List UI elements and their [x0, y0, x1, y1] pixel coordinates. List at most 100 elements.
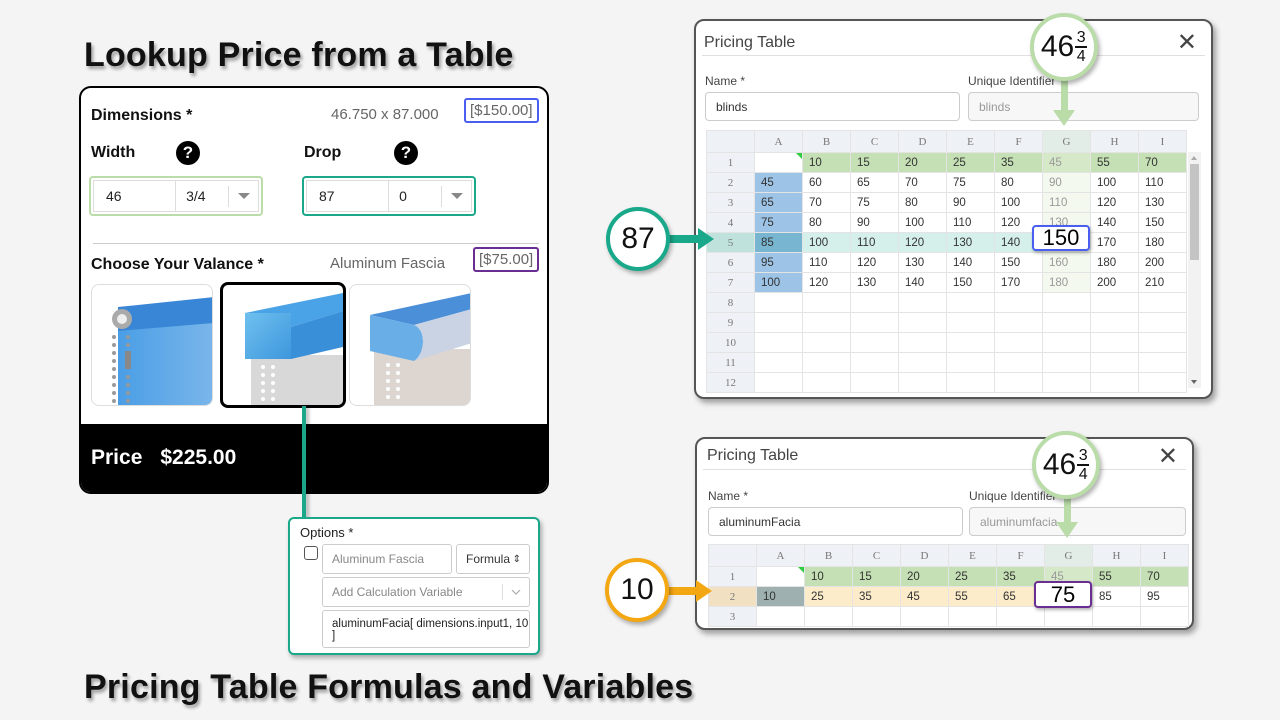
grid-cell[interactable]: 70	[1138, 152, 1187, 173]
grid-cell[interactable]	[1140, 606, 1189, 627]
close-icon[interactable]: ✕	[1177, 31, 1197, 55]
column-header[interactable]: C	[850, 130, 899, 153]
option-type-select[interactable]: Formula ⇕	[456, 544, 530, 574]
close-icon[interactable]: ✕	[1158, 445, 1178, 469]
grid-cell[interactable]	[1090, 372, 1139, 393]
grid-cell[interactable]: 120	[1090, 192, 1139, 213]
grid-cell[interactable]	[850, 372, 899, 393]
grid-cell[interactable]: 75	[754, 212, 803, 233]
grid-cell[interactable]: 110	[1138, 172, 1187, 193]
grid-cell[interactable]: 90	[850, 212, 899, 233]
grid-cell[interactable]: 150	[1138, 212, 1187, 233]
row-header[interactable]: 12	[706, 372, 755, 393]
grid-cell[interactable]	[946, 332, 995, 353]
grid-cell[interactable]	[754, 312, 803, 333]
grid-cell[interactable]: 150	[946, 272, 995, 293]
column-header[interactable]: I	[1140, 544, 1189, 567]
grid-cell[interactable]: 70	[802, 192, 851, 213]
grid-cell[interactable]	[946, 372, 995, 393]
grid-cell[interactable]	[898, 352, 947, 373]
grid-cell[interactable]: 95	[1140, 586, 1189, 607]
grid-cell[interactable]	[994, 372, 1043, 393]
column-header[interactable]: D	[898, 130, 947, 153]
grid-cell[interactable]	[948, 606, 997, 627]
grid-cell[interactable]: 120	[898, 232, 947, 253]
grid-cell[interactable]: 180	[1138, 232, 1187, 253]
row-header[interactable]: 7	[706, 272, 755, 293]
grid-cell[interactable]: 110	[802, 252, 851, 273]
width-whole-input[interactable]: 46	[94, 181, 177, 211]
grid-cell[interactable]: 85	[754, 232, 803, 253]
option-name-input[interactable]: Aluminum Fascia	[322, 544, 452, 574]
grid-cell[interactable]	[850, 292, 899, 313]
grid-cell[interactable]	[946, 312, 995, 333]
grid-cell[interactable]	[994, 332, 1043, 353]
grid-cell[interactable]: 25	[948, 566, 997, 587]
grid-cell[interactable]: 70	[1140, 566, 1189, 587]
width-fraction-select[interactable]: 3/4	[176, 181, 228, 211]
grid-cell[interactable]: 10	[804, 566, 853, 587]
grid-cell[interactable]: 10	[756, 586, 805, 607]
grid-cell[interactable]	[994, 292, 1043, 313]
question-circle-icon[interactable]: ?	[394, 141, 418, 165]
grid-cell[interactable]	[898, 312, 947, 333]
column-header[interactable]: E	[946, 130, 995, 153]
grid-cell[interactable]: 55	[948, 586, 997, 607]
column-header[interactable]: H	[1092, 544, 1141, 567]
valance-option-aluminum-fascia[interactable]	[220, 282, 346, 408]
grid-cell[interactable]: 140	[898, 272, 947, 293]
column-header[interactable]: A	[754, 130, 803, 153]
grid-cell[interactable]: 75	[850, 192, 899, 213]
grid-cell[interactable]	[900, 606, 949, 627]
grid-cell[interactable]	[804, 606, 853, 627]
grid-cell[interactable]: 100	[994, 192, 1043, 213]
grid-cell[interactable]	[802, 312, 851, 333]
grid-cell[interactable]: 80	[898, 192, 947, 213]
column-header[interactable]: F	[996, 544, 1045, 567]
row-header[interactable]: 3	[708, 606, 757, 627]
grid-cell[interactable]: 45	[1042, 152, 1091, 173]
column-header[interactable]: E	[948, 544, 997, 567]
grid-cell[interactable]	[802, 292, 851, 313]
grid-cell[interactable]	[1138, 372, 1187, 393]
grid-cell[interactable]: 200	[1138, 252, 1187, 273]
grid-cell[interactable]	[754, 372, 803, 393]
column-header[interactable]: C	[852, 544, 901, 567]
grid-cell[interactable]	[802, 332, 851, 353]
grid-cell[interactable]: 120	[850, 252, 899, 273]
grid-cell[interactable]: 100	[898, 212, 947, 233]
column-header[interactable]: B	[804, 544, 853, 567]
grid-cell[interactable]	[1090, 352, 1139, 373]
grid-cell[interactable]	[898, 332, 947, 353]
row-header[interactable]: 8	[706, 292, 755, 313]
grid-cell[interactable]: 60	[802, 172, 851, 193]
grid-cell[interactable]	[756, 606, 805, 627]
grid-cell[interactable]: 45	[900, 586, 949, 607]
grid-cell[interactable]	[852, 606, 901, 627]
grid-cell[interactable]: 150	[994, 252, 1043, 273]
grid-cell[interactable]: 160	[1042, 252, 1091, 273]
grid-cell[interactable]: 90	[946, 192, 995, 213]
option-checkbox[interactable]	[304, 546, 318, 560]
grid-cell[interactable]: 100	[754, 272, 803, 293]
grid-cell[interactable]: 20	[900, 566, 949, 587]
grid-cell[interactable]: 10	[802, 152, 851, 173]
scroll-down-icon[interactable]	[1191, 380, 1197, 384]
grid-cell[interactable]: 130	[898, 252, 947, 273]
grid-cell[interactable]	[754, 292, 803, 313]
valance-option-roller[interactable]	[91, 284, 213, 406]
row-header[interactable]: 6	[706, 252, 755, 273]
grid-cell[interactable]	[898, 292, 947, 313]
calc-variable-select[interactable]: Add Calculation Variable	[322, 577, 530, 607]
drop-fraction-select[interactable]: 0	[389, 181, 441, 211]
grid-cell[interactable]	[1042, 332, 1091, 353]
grid-cell[interactable]: 130	[946, 232, 995, 253]
grid-cell[interactable]: 130	[850, 272, 899, 293]
grid-cell[interactable]	[802, 352, 851, 373]
grid-cell[interactable]	[1138, 312, 1187, 333]
scroll-up-icon[interactable]	[1191, 156, 1197, 160]
chevron-down-icon[interactable]	[228, 185, 258, 207]
drop-whole-input[interactable]: 87	[307, 181, 390, 211]
grid-cell[interactable]: 75	[946, 172, 995, 193]
row-header[interactable]: 11	[706, 352, 755, 373]
